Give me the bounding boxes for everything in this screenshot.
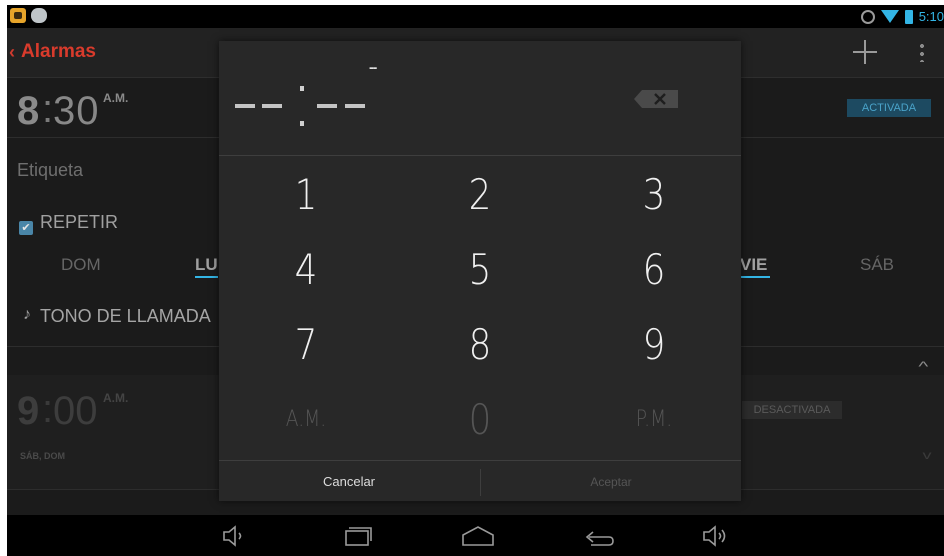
key-2[interactable]: 2 [406, 157, 554, 232]
key-1[interactable]: 1 [232, 157, 380, 232]
status-time: 5:10 [918, 9, 944, 24]
status-icons: 5:10 [860, 7, 944, 26]
status-bar: 5:10 [7, 5, 944, 28]
battery-icon [904, 9, 913, 24]
recent-apps-icon[interactable] [340, 523, 380, 549]
back-icon[interactable] [581, 523, 621, 549]
chevron-down-icon[interactable]: v [923, 448, 932, 462]
day-toggle-dom[interactable]: DOM [61, 255, 101, 275]
alarm-minutes[interactable]: 00 [53, 389, 98, 434]
minute-units-placeholder [345, 104, 365, 108]
accept-button[interactable]: Aceptar [481, 461, 741, 502]
app-notification-icon [10, 8, 26, 23]
key-5[interactable]: 5 [406, 232, 554, 307]
alarm-status-toggle[interactable]: ACTIVADA [847, 99, 931, 117]
hour-tens-placeholder [235, 104, 255, 108]
key-9[interactable]: 9 [580, 307, 728, 382]
time-display: -- [219, 41, 741, 156]
day-toggle-lun[interactable]: LU [195, 255, 218, 278]
alarm-status-toggle[interactable]: DESACTIVADA [742, 401, 842, 419]
key-7[interactable]: 7 [232, 307, 380, 382]
backspace-icon[interactable] [634, 90, 678, 108]
alarm-hour[interactable]: 8 [17, 89, 39, 134]
wifi-icon [880, 10, 899, 23]
checkbox-checked-icon[interactable]: ✔ [19, 221, 33, 235]
music-note-icon: ♪ [23, 306, 31, 323]
volume-up-icon[interactable] [700, 523, 740, 549]
home-icon[interactable] [460, 523, 500, 549]
key-am[interactable]: A.M. [232, 382, 380, 457]
alarm-minutes[interactable]: 30 [53, 89, 100, 134]
alarm-ampm: A.M. [103, 91, 129, 105]
hour-units-placeholder [262, 104, 282, 108]
ringtone-button[interactable]: TONO DE LLAMADA [40, 306, 211, 327]
volume-down-icon[interactable] [220, 523, 260, 549]
key-3[interactable]: 3 [580, 157, 728, 232]
cancel-button[interactable]: Cancelar [219, 461, 479, 502]
overflow-menu-icon[interactable] [920, 42, 924, 62]
screen: 5:10 ‹ Alarmas 8 : 30 A.M. ACTIVADA Etiq… [7, 5, 944, 556]
key-0[interactable]: 0 [406, 382, 554, 457]
key-pm[interactable]: P.M. [580, 382, 728, 457]
alarm-days-summary: SÁB, DOM [20, 451, 65, 461]
navigation-bar [7, 515, 944, 556]
day-toggle-sab[interactable]: SÁB [860, 255, 894, 275]
ampm-placeholder: -- [369, 59, 377, 75]
minute-tens-placeholder [317, 104, 337, 108]
alarm-colon: : [42, 387, 54, 431]
alarm-hour[interactable]: 9 [17, 389, 39, 434]
key-8[interactable]: 8 [406, 307, 554, 382]
repeat-label[interactable]: REPETIR [40, 212, 118, 233]
chevron-up-icon[interactable]: ^ [918, 358, 928, 374]
time-colon [300, 86, 304, 126]
alarm-colon: : [42, 87, 54, 131]
key-4[interactable]: 4 [232, 232, 380, 307]
dialog-button-bar: Cancelar Aceptar [219, 460, 741, 501]
add-icon[interactable] [853, 40, 877, 64]
label-field[interactable]: Etiqueta [17, 160, 83, 181]
keypad: 1 2 3 4 5 6 7 8 9 A.M. 0 P.M. [219, 157, 741, 457]
key-6[interactable]: 6 [580, 232, 728, 307]
cat-notification-icon [31, 8, 47, 23]
alarm-ampm: A.M. [103, 391, 129, 405]
page-title[interactable]: Alarmas [21, 41, 96, 63]
time-picker-dialog: -- 1 2 3 4 5 6 7 8 9 A.M. 0 P.M. Cancela… [219, 41, 741, 501]
day-toggle-vie[interactable]: VIE [740, 255, 770, 278]
alarm-clock-icon [860, 9, 875, 24]
back-chevron-icon[interactable]: ‹ [9, 42, 15, 63]
